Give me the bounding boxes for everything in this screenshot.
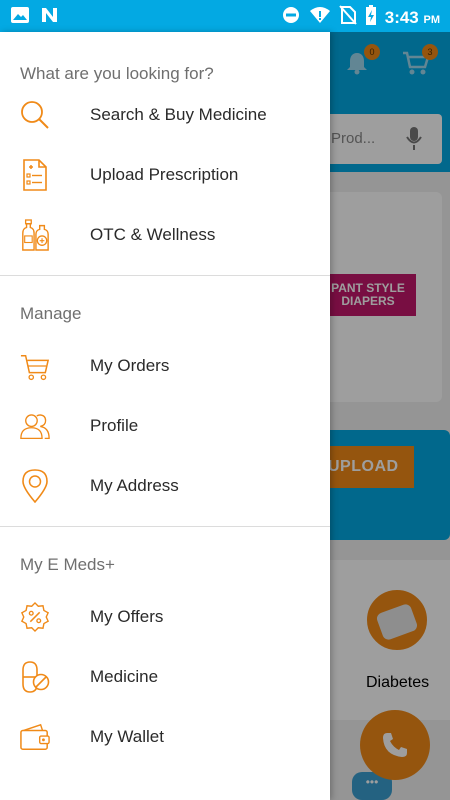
- menu-item-label: My Orders: [90, 356, 170, 375]
- menu-item-label: Profile: [90, 416, 139, 435]
- menu-item-label: My Address: [90, 476, 179, 495]
- menu-item-label: My Offers: [90, 607, 164, 626]
- do-not-disturb-icon: [281, 5, 301, 30]
- wallet-icon: [20, 720, 50, 754]
- menu-item-search-buy-medicine[interactable]: Search & Buy Medicine: [0, 85, 330, 145]
- pill-icon: [20, 660, 50, 694]
- menu-item-my-offers[interactable]: My Offers: [0, 587, 330, 647]
- section-header-looking-for: What are you looking for?: [20, 64, 214, 83]
- status-bar: 3:43 PM: [0, 0, 450, 32]
- section-header-manage: Manage: [20, 304, 82, 323]
- menu-item-upload-prescription[interactable]: Upload Prescription: [0, 145, 330, 205]
- menu-item-profile[interactable]: Profile: [0, 396, 330, 456]
- n-icon: [40, 6, 60, 29]
- navigation-drawer: What are you looking for? Search & Buy M…: [0, 32, 330, 800]
- no-sim-icon: [338, 5, 357, 30]
- image-icon: [10, 6, 30, 29]
- clock: 3:43 PM: [384, 7, 440, 27]
- menu-item-label: Upload Prescription: [90, 165, 239, 184]
- menu-item-otc-wellness[interactable]: OTC & Wellness: [0, 205, 330, 265]
- wellness-bottles-icon: [20, 218, 50, 252]
- battery-charging-icon: [365, 4, 377, 31]
- menu-item-medicine[interactable]: Medicine: [0, 647, 330, 707]
- location-pin-icon: [20, 469, 50, 503]
- prescription-icon: [20, 158, 50, 192]
- menu-item-my-wallet[interactable]: My Wallet: [0, 707, 330, 767]
- section-header-my-e-meds: My E Meds+: [20, 555, 115, 574]
- menu-item-label: Medicine: [90, 667, 159, 686]
- menu-item-my-orders[interactable]: My Orders: [0, 336, 330, 396]
- profile-icon: [20, 409, 50, 443]
- menu-item-label: Search & Buy Medicine: [90, 105, 267, 124]
- offer-badge-icon: [20, 600, 50, 634]
- menu-item-my-address[interactable]: My Address: [0, 456, 330, 516]
- cart-icon: [20, 349, 50, 383]
- search-icon: [20, 98, 50, 132]
- wifi-icon: [309, 5, 331, 30]
- menu-item-label: OTC & Wellness: [90, 225, 216, 244]
- menu-item-label: My Wallet: [90, 727, 164, 746]
